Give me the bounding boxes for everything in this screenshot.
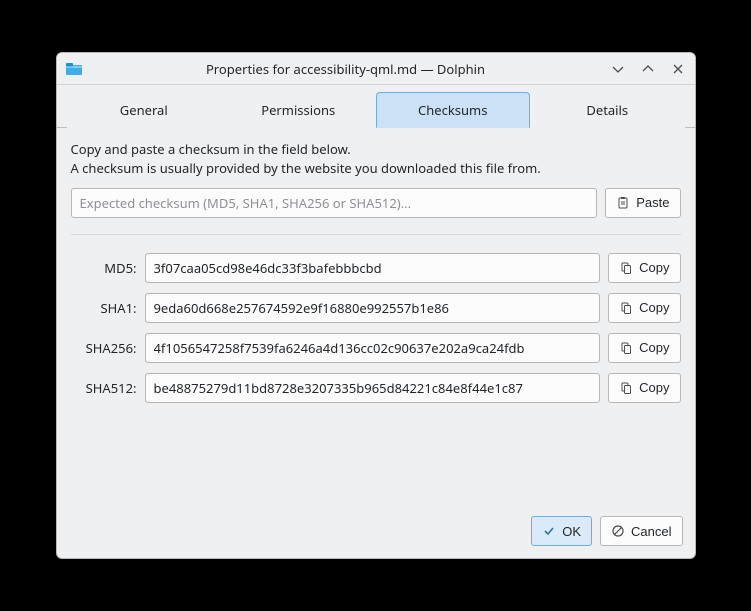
tab-content: Copy and paste a checksum in the field b… [57, 128, 695, 506]
expected-checksum-row: Paste [71, 188, 681, 218]
tab-checksums[interactable]: Checksums [376, 92, 531, 128]
properties-dialog: Properties for accessibility-qml.md — Do… [56, 52, 696, 559]
tab-bar: General Permissions Checksums Details [57, 85, 695, 128]
copy-md5-button[interactable]: Copy [608, 253, 680, 283]
sha1-value[interactable] [145, 293, 601, 323]
sha256-row: SHA256: Copy [71, 333, 681, 363]
sha512-row: SHA512: Copy [71, 373, 681, 403]
sha1-label: SHA1: [71, 299, 137, 317]
sha512-value[interactable] [145, 373, 601, 403]
copy-label: Copy [639, 380, 669, 395]
ok-label: OK [562, 524, 581, 539]
sha256-value[interactable] [145, 333, 601, 363]
dialog-footer: OK Cancel [57, 506, 695, 558]
paste-button[interactable]: Paste [605, 188, 680, 218]
maximize-button[interactable] [639, 60, 657, 78]
md5-value[interactable] [145, 253, 601, 283]
copy-sha512-button[interactable]: Copy [608, 373, 680, 403]
close-button[interactable] [669, 60, 687, 78]
desc-line2: A checksum is usually provided by the we… [71, 159, 681, 178]
expected-checksum-input[interactable] [71, 188, 598, 218]
cancel-icon [611, 524, 625, 538]
md5-label: MD5: [71, 259, 137, 277]
sha1-row: SHA1: Copy [71, 293, 681, 323]
tab-general[interactable]: General [67, 92, 222, 128]
separator [71, 234, 681, 235]
clipboard-paste-icon [616, 196, 630, 210]
copy-label: Copy [639, 300, 669, 315]
titlebar: Properties for accessibility-qml.md — Do… [57, 53, 695, 85]
minimize-button[interactable] [609, 60, 627, 78]
cancel-button[interactable]: Cancel [600, 516, 682, 546]
md5-row: MD5: Copy [71, 253, 681, 283]
tab-details[interactable]: Details [530, 92, 685, 128]
window-title: Properties for accessibility-qml.md — Do… [89, 60, 603, 78]
ok-button[interactable]: OK [531, 516, 592, 546]
description-text: Copy and paste a checksum in the field b… [71, 140, 681, 178]
hash-list: MD5: Copy SHA1: [71, 253, 681, 413]
copy-icon [619, 301, 633, 315]
window-controls [609, 60, 687, 78]
copy-label: Copy [639, 340, 669, 355]
sha512-label: SHA512: [71, 379, 137, 397]
copy-icon [619, 261, 633, 275]
copy-icon [619, 341, 633, 355]
check-icon [542, 524, 556, 538]
desc-line1: Copy and paste a checksum in the field b… [71, 140, 681, 159]
tab-permissions[interactable]: Permissions [221, 92, 376, 128]
copy-label: Copy [639, 260, 669, 275]
paste-label: Paste [636, 195, 669, 210]
copy-sha256-button[interactable]: Copy [608, 333, 680, 363]
cancel-label: Cancel [631, 524, 671, 539]
copy-sha1-button[interactable]: Copy [608, 293, 680, 323]
sha256-label: SHA256: [71, 339, 137, 357]
folder-icon [65, 60, 83, 78]
copy-icon [619, 381, 633, 395]
